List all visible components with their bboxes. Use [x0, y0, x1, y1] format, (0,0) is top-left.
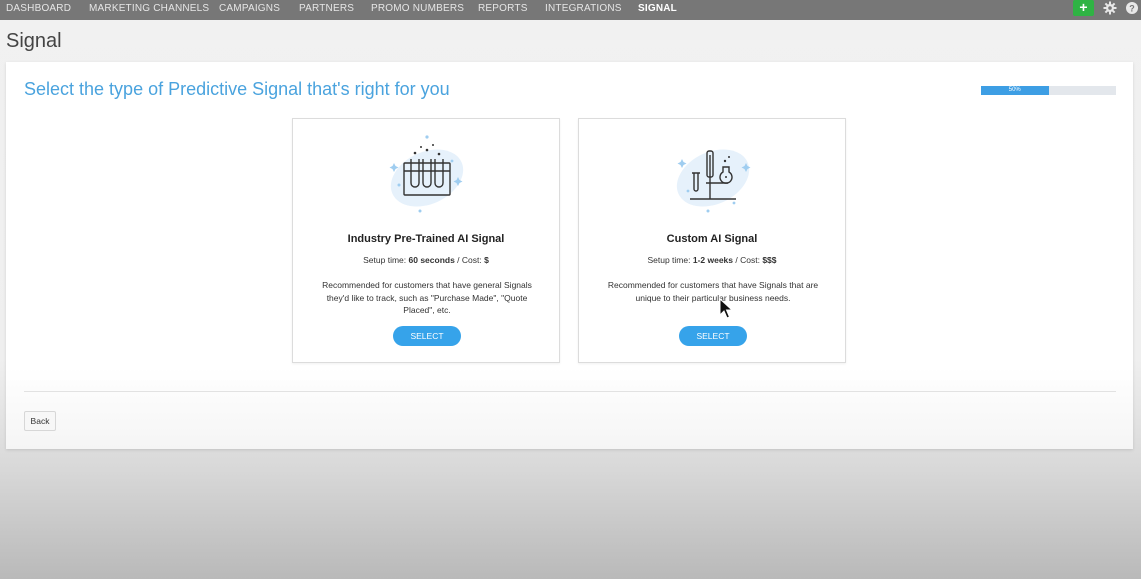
select-custom-button[interactable]: SELECT — [679, 326, 747, 346]
select-industry-button[interactable]: SELECT — [393, 326, 461, 346]
svg-text:?: ? — [1129, 4, 1135, 14]
mouse-cursor-icon — [719, 298, 733, 319]
progress-bar: 50% — [981, 86, 1116, 95]
nav-signal[interactable]: SIGNAL — [638, 3, 677, 14]
nav-dashboard[interactable]: DASHBOARD — [6, 3, 71, 14]
card-title: Industry Pre-Trained AI Signal — [347, 233, 505, 245]
nav-campaigns[interactable]: CAMPAIGNS — [219, 3, 280, 14]
help-icon[interactable]: ? — [1124, 0, 1140, 16]
nav-reports[interactable]: REPORTS — [478, 3, 528, 14]
setup-time: 60 seconds — [408, 255, 455, 265]
card-description: Recommended for customers that have gene… — [322, 280, 532, 315]
card-description: Recommended for customers that have Sign… — [607, 280, 819, 303]
nav-integrations[interactable]: INTEGRATIONS — [545, 3, 622, 14]
cost: $$$ — [762, 255, 777, 265]
card-custom-ai: Custom AI Signal Setup time: 1-2 weeks /… — [578, 118, 846, 363]
signal-type-panel: Select the type of Predictive Signal tha… — [6, 62, 1133, 449]
card-title: Custom AI Signal — [666, 233, 758, 245]
card-setup-info: Setup time: 1-2 weeks / Cost: $$$ — [579, 255, 845, 265]
cost-prefix: / Cost: — [454, 255, 485, 265]
setup-time: 1-2 weeks — [692, 255, 734, 265]
card-industry-pretrained: Industry Pre-Trained AI Signal Setup tim… — [292, 118, 560, 363]
nav-partners[interactable]: PARTNERS — [299, 3, 354, 14]
cost-prefix: / Cost: — [733, 255, 763, 265]
cost: $ — [484, 255, 489, 265]
setup-prefix: Setup time: — [363, 255, 409, 265]
add-button[interactable]: + — [1073, 0, 1094, 16]
test-tubes-icon — [389, 135, 464, 213]
back-button[interactable]: Back — [24, 411, 56, 431]
top-nav: DASHBOARD MARKETING CHANNELS CAMPAIGNS P… — [0, 0, 1141, 20]
page-title: Signal — [6, 30, 62, 52]
divider — [24, 391, 1116, 392]
gear-icon[interactable] — [1102, 0, 1118, 16]
card-setup-info: Setup time: 60 seconds / Cost: $ — [293, 255, 559, 265]
nav-promo-numbers[interactable]: PROMO NUMBERS — [371, 3, 464, 14]
panel-heading: Select the type of Predictive Signal tha… — [24, 79, 450, 99]
progress-label: 50% — [1008, 87, 1021, 93]
nav-marketing-channels[interactable]: MARKETING CHANNELS — [89, 3, 209, 14]
lab-flask-stand-icon — [676, 149, 751, 213]
setup-prefix: Setup time: — [647, 255, 693, 265]
